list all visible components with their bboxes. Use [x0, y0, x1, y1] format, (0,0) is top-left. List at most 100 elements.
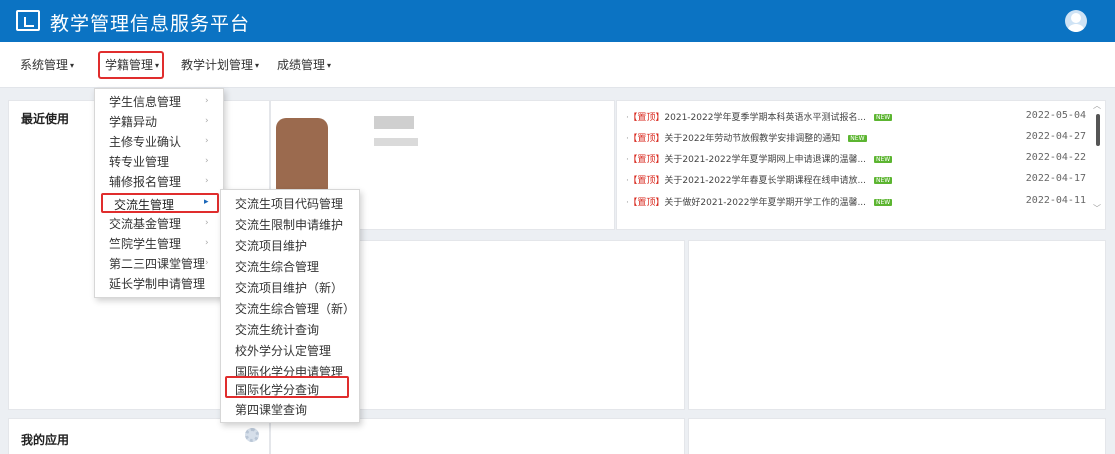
- news-tag: 【置顶】: [632, 176, 665, 186]
- dropdown-item[interactable]: 第二三四课堂管理: [95, 254, 205, 274]
- gear-icon[interactable]: [245, 428, 259, 442]
- submenu-item[interactable]: 交流生统计查询: [221, 320, 319, 340]
- news-bullet: ·: [626, 134, 629, 144]
- news-date: 2022-04-11: [1025, 195, 1086, 206]
- chevron-right-icon: ›: [205, 258, 209, 268]
- news-bullet: ·: [626, 155, 629, 165]
- dropdown-item-label: 交流基金管理: [109, 217, 182, 231]
- caret-down-icon: ▾: [155, 61, 160, 70]
- news-item[interactable]: · 【置顶】关于2022年劳动节放假教学安排调整的通知 NEW 2022-04-27: [626, 131, 1086, 147]
- submenu-item[interactable]: 交流项目维护: [221, 236, 307, 256]
- news-item[interactable]: · 【置顶】关于做好2021-2022学年夏学期开学工作的温馨... NEW 202…: [626, 195, 1086, 211]
- app-title: 教学管理信息服务平台: [50, 13, 251, 35]
- news-date: 2022-04-27: [1025, 131, 1086, 142]
- submenu-item[interactable]: 交流项目维护（新）: [221, 278, 343, 298]
- menu-teaching-plan[interactable]: 教学计划管理 ▾: [181, 56, 259, 73]
- caret-down-icon: ▾: [70, 61, 75, 70]
- menu-system[interactable]: 系统管理 ▾: [20, 56, 74, 73]
- news-title: 关于做好2021-2022学年夏学期开学工作的温馨...: [664, 198, 867, 208]
- dropdown-item-label: 主修专业确认: [109, 135, 182, 149]
- dropdown-item-label: 竺院学生管理: [109, 237, 182, 251]
- submenu-item[interactable]: 第四课堂查询: [221, 400, 307, 420]
- submenu-item-label: 交流项目维护（新）: [235, 281, 344, 295]
- dropdown-item-label: 延长学制申请管理: [109, 277, 206, 291]
- dropdown-item-label: 第二三四课堂管理: [109, 257, 206, 271]
- dropdown-item-label: 学生信息管理: [109, 95, 182, 109]
- news-title: 关于2022年劳动节放假教学安排调整的通知: [664, 134, 841, 144]
- dropdown-item[interactable]: 竺院学生管理: [95, 234, 181, 254]
- chevron-right-icon: ›: [205, 218, 209, 228]
- news-date: 2022-04-17: [1025, 173, 1086, 184]
- news-bullet: ·: [626, 176, 629, 186]
- dropdown-item[interactable]: 学生信息管理: [95, 92, 181, 112]
- submenu-item-label: 交流生统计查询: [235, 323, 320, 337]
- new-badge: NEW: [874, 156, 893, 163]
- new-badge: NEW: [874, 199, 893, 206]
- dropdown-item-label: 交流生管理: [114, 198, 175, 212]
- profile-info-blurred: [374, 138, 418, 146]
- news-tag: 【置顶】: [632, 113, 665, 123]
- dropdown-item[interactable]: 交流基金管理: [95, 214, 181, 234]
- new-badge: NEW: [874, 177, 893, 184]
- news-bullet: ·: [626, 198, 629, 208]
- caret-down-icon: ▾: [327, 61, 332, 70]
- submenu-item-label: 校外学分认定管理: [235, 344, 332, 358]
- submenu-item[interactable]: 交流生项目代码管理: [221, 194, 343, 214]
- menu-grades[interactable]: 成绩管理 ▾: [277, 56, 331, 73]
- chevron-right-icon: ›: [205, 116, 209, 126]
- submenu-item-label: 交流生综合管理（新）: [235, 302, 356, 316]
- dropdown-item[interactable]: 转专业管理: [95, 152, 169, 172]
- chevron-right-icon: ›: [205, 136, 209, 146]
- apps-title: 我的应用: [21, 433, 70, 447]
- main-menubar: 系统管理 ▾ 学籍管理 ▾ 教学计划管理 ▾ 成绩管理 ▾: [0, 42, 1115, 88]
- menu-grades-label: 成绩管理: [277, 58, 326, 72]
- news-title: 2021-2022学年夏季学期本科英语水平测试报名...: [664, 113, 867, 123]
- caret-down-icon: ▾: [255, 61, 260, 70]
- new-badge: NEW: [848, 135, 867, 142]
- dropdown-item-label: 转专业管理: [109, 155, 170, 169]
- submenu-item-label: 交流生综合管理: [235, 260, 320, 274]
- submenu-active-highlight: [225, 376, 349, 398]
- chevron-right-icon: ›: [205, 156, 209, 166]
- news-tag: 【置顶】: [632, 134, 665, 144]
- dropdown-item-active[interactable]: 交流生管理: [101, 193, 219, 213]
- news-title: 关于2021-2022学年春夏长学期课程在线申请放...: [664, 176, 867, 186]
- profile-name-blurred: [374, 116, 414, 129]
- dropdown-item[interactable]: 辅修报名管理: [95, 172, 181, 192]
- bottom-right-panel: [688, 418, 1106, 454]
- dropdown-item[interactable]: 学籍异动: [95, 112, 157, 132]
- chevron-right-icon: ›: [205, 176, 209, 186]
- submenu-item[interactable]: 校外学分认定管理: [221, 341, 331, 361]
- news-date: 2022-05-04: [1025, 110, 1086, 121]
- logo-icon: [16, 10, 40, 31]
- submenu-item[interactable]: 交流生综合管理: [221, 257, 319, 277]
- recent-title: 最近使用: [21, 112, 70, 126]
- submenu-item-label: 第四课堂查询: [235, 403, 308, 417]
- chevron-right-icon: ›: [205, 96, 209, 106]
- dropdown-item[interactable]: 延长学制申请管理: [95, 274, 205, 294]
- news-item[interactable]: · 【置顶】关于2021-2022学年夏学期网上申请退课的温馨... NEW 202…: [626, 152, 1086, 168]
- menu-student-status-label: 学籍管理: [105, 58, 154, 72]
- chevron-right-icon: ›: [205, 238, 209, 248]
- submenu-item[interactable]: 交流生综合管理（新）: [221, 299, 355, 319]
- news-item[interactable]: · 【置顶】2021-2022学年夏季学期本科英语水平测试报名... NEW 202…: [626, 110, 1086, 126]
- dropdown-item-label: 辅修报名管理: [109, 175, 182, 189]
- news-bullet: ·: [626, 113, 629, 123]
- user-avatar-icon[interactable]: [1065, 10, 1087, 32]
- menu-student-status[interactable]: 学籍管理 ▾: [105, 56, 159, 73]
- submenu-item[interactable]: 交流生限制申请维护: [221, 215, 343, 235]
- new-badge: NEW: [874, 114, 893, 121]
- news-tag: 【置顶】: [632, 198, 665, 208]
- scroll-down-icon[interactable]: ﹀: [1093, 203, 1101, 214]
- dropdown-item[interactable]: 主修专业确认: [95, 132, 181, 152]
- scrollbar-thumb[interactable]: [1096, 114, 1100, 146]
- submenu-item-label: 交流生限制申请维护: [235, 218, 344, 232]
- news-tag: 【置顶】: [632, 155, 665, 165]
- dropdown-item-label: 学籍异动: [109, 115, 158, 129]
- menu-system-label: 系统管理: [20, 58, 69, 72]
- news-date: 2022-04-22: [1025, 152, 1086, 163]
- scroll-up-icon[interactable]: ︿: [1093, 100, 1101, 111]
- profile-photo: [276, 118, 328, 198]
- submenu-item-label: 交流生项目代码管理: [235, 197, 344, 211]
- news-item[interactable]: · 【置顶】关于2021-2022学年春夏长学期课程在线申请放... NEW 202…: [626, 173, 1086, 189]
